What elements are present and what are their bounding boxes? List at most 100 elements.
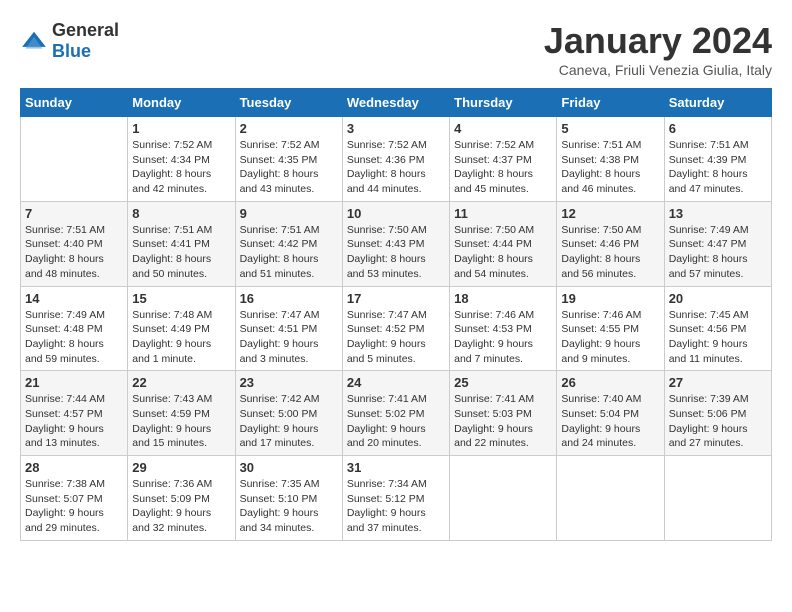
day-number: 5 xyxy=(561,121,659,136)
day-number: 15 xyxy=(132,291,230,306)
header-day-monday: Monday xyxy=(128,89,235,117)
day-number: 7 xyxy=(25,206,123,221)
header-row: SundayMondayTuesdayWednesdayThursdayFrid… xyxy=(21,89,772,117)
day-number: 27 xyxy=(669,375,767,390)
day-number: 6 xyxy=(669,121,767,136)
day-number: 21 xyxy=(25,375,123,390)
header-day-tuesday: Tuesday xyxy=(235,89,342,117)
day-number: 20 xyxy=(669,291,767,306)
day-number: 31 xyxy=(347,460,445,475)
day-detail: Sunrise: 7:47 AM Sunset: 4:51 PM Dayligh… xyxy=(240,308,338,367)
day-detail: Sunrise: 7:51 AM Sunset: 4:39 PM Dayligh… xyxy=(669,138,767,197)
day-number: 2 xyxy=(240,121,338,136)
calendar-cell: 23 Sunrise: 7:42 AM Sunset: 5:00 PM Dayli… xyxy=(235,371,342,456)
calendar-cell: 25 Sunrise: 7:41 AM Sunset: 5:03 PM Dayli… xyxy=(450,371,557,456)
day-number: 11 xyxy=(454,206,552,221)
day-number: 28 xyxy=(25,460,123,475)
day-detail: Sunrise: 7:35 AM Sunset: 5:10 PM Dayligh… xyxy=(240,477,338,536)
calendar-cell: 8Sunrise: 7:51 AM Sunset: 4:41 PM Daylig… xyxy=(128,201,235,286)
day-detail: Sunrise: 7:50 AM Sunset: 4:46 PM Dayligh… xyxy=(561,223,659,282)
header-day-thursday: Thursday xyxy=(450,89,557,117)
day-detail: Sunrise: 7:44 AM Sunset: 4:57 PM Dayligh… xyxy=(25,392,123,451)
calendar-cell xyxy=(664,456,771,541)
calendar-cell: 26Sunrise: 7:40 AM Sunset: 5:04 PM Dayli… xyxy=(557,371,664,456)
week-row-4: 21 Sunrise: 7:44 AM Sunset: 4:57 PM Dayli… xyxy=(21,371,772,456)
day-detail: Sunrise: 7:41 AM Sunset: 5:03 PM Dayligh… xyxy=(454,392,552,451)
day-detail: Sunrise: 7:49 AM Sunset: 4:47 PM Dayligh… xyxy=(669,223,767,282)
calendar-cell xyxy=(450,456,557,541)
day-number: 22 xyxy=(132,375,230,390)
title-area: January 2024 Caneva, Friuli Venezia Giul… xyxy=(544,20,772,78)
calendar-cell: 9 Sunrise: 7:51 AM Sunset: 4:42 PM Daylig… xyxy=(235,201,342,286)
calendar-cell: 29 Sunrise: 7:36 AM Sunset: 5:09 PM Dayli… xyxy=(128,456,235,541)
calendar-cell: 31Sunrise: 7:34 AM Sunset: 5:12 PM Dayli… xyxy=(342,456,449,541)
day-detail: Sunrise: 7:43 AM Sunset: 4:59 PM Dayligh… xyxy=(132,392,230,451)
day-detail: Sunrise: 7:45 AM Sunset: 4:56 PM Dayligh… xyxy=(669,308,767,367)
week-row-3: 14Sunrise: 7:49 AM Sunset: 4:48 PM Dayli… xyxy=(21,286,772,371)
day-detail: Sunrise: 7:41 AM Sunset: 5:02 PM Dayligh… xyxy=(347,392,445,451)
calendar-cell xyxy=(557,456,664,541)
header-day-sunday: Sunday xyxy=(21,89,128,117)
day-number: 29 xyxy=(132,460,230,475)
day-number: 13 xyxy=(669,206,767,221)
calendar-cell xyxy=(21,117,128,202)
calendar-cell: 19 Sunrise: 7:46 AM Sunset: 4:55 PM Dayli… xyxy=(557,286,664,371)
calendar-cell: 11Sunrise: 7:50 AM Sunset: 4:44 PM Dayli… xyxy=(450,201,557,286)
day-detail: Sunrise: 7:39 AM Sunset: 5:06 PM Dayligh… xyxy=(669,392,767,451)
day-number: 25 xyxy=(454,375,552,390)
day-number: 9 xyxy=(240,206,338,221)
subtitle: Caneva, Friuli Venezia Giulia, Italy xyxy=(544,62,772,78)
calendar-cell: 10Sunrise: 7:50 AM Sunset: 4:43 PM Dayli… xyxy=(342,201,449,286)
day-detail: Sunrise: 7:52 AM Sunset: 4:36 PM Dayligh… xyxy=(347,138,445,197)
day-number: 17 xyxy=(347,291,445,306)
day-number: 12 xyxy=(561,206,659,221)
calendar-cell: 4 Sunrise: 7:52 AM Sunset: 4:37 PM Daylig… xyxy=(450,117,557,202)
day-detail: Sunrise: 7:47 AM Sunset: 4:52 PM Dayligh… xyxy=(347,308,445,367)
day-detail: Sunrise: 7:48 AM Sunset: 4:49 PM Dayligh… xyxy=(132,308,230,367)
day-number: 10 xyxy=(347,206,445,221)
day-detail: Sunrise: 7:51 AM Sunset: 4:42 PM Dayligh… xyxy=(240,223,338,282)
logo-icon xyxy=(20,30,48,52)
day-detail: Sunrise: 7:51 AM Sunset: 4:38 PM Dayligh… xyxy=(561,138,659,197)
month-title: January 2024 xyxy=(544,20,772,62)
calendar-cell: 21 Sunrise: 7:44 AM Sunset: 4:57 PM Dayli… xyxy=(21,371,128,456)
day-detail: Sunrise: 7:52 AM Sunset: 4:35 PM Dayligh… xyxy=(240,138,338,197)
calendar-cell: 13 Sunrise: 7:49 AM Sunset: 4:47 PM Dayli… xyxy=(664,201,771,286)
day-detail: Sunrise: 7:42 AM Sunset: 5:00 PM Dayligh… xyxy=(240,392,338,451)
day-detail: Sunrise: 7:36 AM Sunset: 5:09 PM Dayligh… xyxy=(132,477,230,536)
logo-blue: Blue xyxy=(52,41,91,61)
calendar-cell: 22 Sunrise: 7:43 AM Sunset: 4:59 PM Dayli… xyxy=(128,371,235,456)
calendar-cell: 20 Sunrise: 7:45 AM Sunset: 4:56 PM Dayli… xyxy=(664,286,771,371)
calendar-cell: 3 Sunrise: 7:52 AM Sunset: 4:36 PM Daylig… xyxy=(342,117,449,202)
day-number: 30 xyxy=(240,460,338,475)
week-row-1: 1Sunrise: 7:52 AM Sunset: 4:34 PM Daylig… xyxy=(21,117,772,202)
day-detail: Sunrise: 7:52 AM Sunset: 4:37 PM Dayligh… xyxy=(454,138,552,197)
week-row-5: 28 Sunrise: 7:38 AM Sunset: 5:07 PM Dayli… xyxy=(21,456,772,541)
header: General Blue January 2024 Caneva, Friuli… xyxy=(20,20,772,78)
calendar-cell: 24Sunrise: 7:41 AM Sunset: 5:02 PM Dayli… xyxy=(342,371,449,456)
header-day-friday: Friday xyxy=(557,89,664,117)
day-number: 18 xyxy=(454,291,552,306)
day-detail: Sunrise: 7:51 AM Sunset: 4:41 PM Dayligh… xyxy=(132,223,230,282)
day-number: 3 xyxy=(347,121,445,136)
day-number: 23 xyxy=(240,375,338,390)
calendar-table: SundayMondayTuesdayWednesdayThursdayFrid… xyxy=(20,88,772,541)
calendar-cell: 28 Sunrise: 7:38 AM Sunset: 5:07 PM Dayli… xyxy=(21,456,128,541)
calendar-cell: 6 Sunrise: 7:51 AM Sunset: 4:39 PM Daylig… xyxy=(664,117,771,202)
day-detail: Sunrise: 7:49 AM Sunset: 4:48 PM Dayligh… xyxy=(25,308,123,367)
logo: General Blue xyxy=(20,20,119,62)
day-detail: Sunrise: 7:51 AM Sunset: 4:40 PM Dayligh… xyxy=(25,223,123,282)
day-number: 16 xyxy=(240,291,338,306)
calendar-cell: 15 Sunrise: 7:48 AM Sunset: 4:49 PM Dayli… xyxy=(128,286,235,371)
calendar-cell: 16 Sunrise: 7:47 AM Sunset: 4:51 PM Dayli… xyxy=(235,286,342,371)
calendar-cell: 30 Sunrise: 7:35 AM Sunset: 5:10 PM Dayli… xyxy=(235,456,342,541)
day-detail: Sunrise: 7:46 AM Sunset: 4:55 PM Dayligh… xyxy=(561,308,659,367)
day-number: 19 xyxy=(561,291,659,306)
calendar-cell: 17 Sunrise: 7:47 AM Sunset: 4:52 PM Dayli… xyxy=(342,286,449,371)
logo-general: General xyxy=(52,20,119,40)
day-detail: Sunrise: 7:40 AM Sunset: 5:04 PM Dayligh… xyxy=(561,392,659,451)
day-detail: Sunrise: 7:38 AM Sunset: 5:07 PM Dayligh… xyxy=(25,477,123,536)
calendar-cell: 14Sunrise: 7:49 AM Sunset: 4:48 PM Dayli… xyxy=(21,286,128,371)
calendar-cell: 1Sunrise: 7:52 AM Sunset: 4:34 PM Daylig… xyxy=(128,117,235,202)
day-number: 4 xyxy=(454,121,552,136)
